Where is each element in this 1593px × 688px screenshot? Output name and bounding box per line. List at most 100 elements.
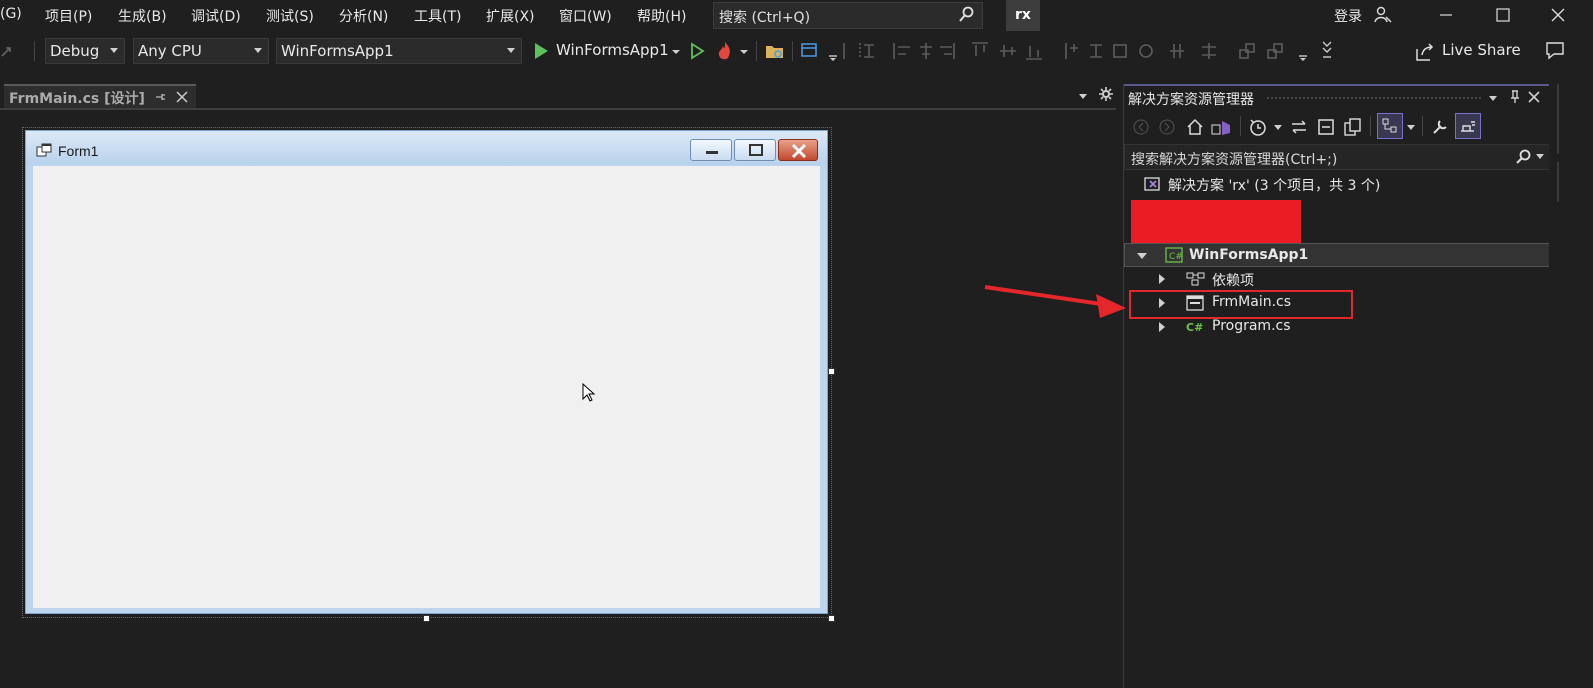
expand-arrow-icon[interactable] — [1159, 322, 1165, 332]
menu-extensions[interactable]: 扩展(X) — [486, 6, 535, 26]
start-without-debugging-icon[interactable] — [686, 40, 708, 62]
toolbar-separator — [1370, 116, 1371, 136]
search-placeholder: 搜索 (Ctrl+Q) — [719, 10, 811, 26]
startup-project-value: WinFormsApp1 — [281, 42, 394, 60]
solution-search-placeholder: 搜索解决方案资源管理器(Ctrl+;) — [1131, 152, 1338, 168]
show-all-files-icon[interactable] — [1343, 117, 1363, 137]
solution-label: 解决方案 'rx' (3 个项目，共 3 个) — [1168, 178, 1381, 194]
pin-icon[interactable] — [154, 91, 166, 103]
side-tool-strip — [1549, 84, 1593, 688]
redo-icon[interactable] — [0, 40, 22, 62]
menu-tools[interactable]: 工具(T) — [414, 6, 461, 26]
resize-handle-bottom[interactable] — [423, 615, 430, 622]
form-maximize-button[interactable] — [734, 139, 776, 161]
home-icon[interactable] — [1185, 117, 1205, 137]
pin-icon[interactable] — [1508, 90, 1522, 104]
resize-handle-right[interactable] — [828, 368, 835, 375]
solution-name-badge[interactable]: rx — [1006, 0, 1040, 31]
winform-client-area[interactable] — [33, 166, 820, 608]
winform-title-bar[interactable]: Form1 — [26, 131, 827, 165]
chevron-down-icon[interactable] — [1406, 124, 1416, 132]
chevron-down-icon[interactable] — [1273, 124, 1283, 132]
chevron-down-icon[interactable] — [738, 40, 750, 62]
solution-filter-toggle[interactable] — [1377, 113, 1403, 139]
maximize-window-icon[interactable] — [1493, 5, 1513, 25]
login-link[interactable]: 登录 — [1334, 6, 1362, 26]
close-icon — [791, 143, 807, 159]
account-icon[interactable] — [1372, 5, 1392, 25]
chevron-down-icon[interactable] — [670, 40, 682, 62]
menu-debug[interactable]: 调试(D) — [191, 6, 241, 26]
form-close-button[interactable] — [778, 139, 818, 161]
form-app-icon — [36, 143, 52, 157]
forward-icon[interactable] — [1158, 118, 1176, 136]
diagnostic-tools-tab[interactable] — [1557, 84, 1559, 154]
tree-item-dependencies[interactable]: 依赖项 — [1124, 267, 1550, 291]
overflow-icon[interactable] — [1296, 40, 1310, 62]
feedback-icon[interactable] — [1544, 40, 1566, 62]
resize-handle-corner[interactable] — [828, 615, 835, 622]
toolbar-separator — [34, 41, 35, 61]
solution-explorer-title-bar[interactable]: 解决方案资源管理器 — [1124, 84, 1550, 108]
properties-wrench-icon[interactable] — [1430, 117, 1450, 137]
chevron-down-icon[interactable] — [1535, 153, 1545, 161]
toolbar-separator — [792, 41, 793, 61]
chevron-down-icon[interactable] — [1487, 92, 1499, 104]
preview-icon — [1461, 121, 1475, 132]
solution-explorer-title: 解决方案资源管理器 — [1128, 92, 1254, 108]
menu-window[interactable]: 窗口(W) — [559, 6, 612, 26]
live-share-icon[interactable] — [1414, 41, 1436, 63]
preview-selected-toggle[interactable] — [1455, 113, 1481, 139]
sync-icon[interactable] — [1289, 117, 1309, 137]
highlight-annotation-box — [1129, 290, 1353, 319]
document-tab-frmmain-designer[interactable]: FrmMain.cs [设计] — [4, 84, 196, 108]
expand-arrow-icon[interactable] — [1159, 274, 1165, 284]
tab-list-dropdown-icon[interactable] — [1077, 90, 1089, 102]
overflow-icon[interactable] — [826, 40, 840, 62]
start-debugging-label[interactable]: WinFormsApp1 — [556, 41, 669, 59]
gear-icon[interactable] — [1099, 87, 1113, 101]
program-label: Program.cs — [1212, 318, 1291, 334]
menu-git[interactable]: (G) — [0, 6, 22, 22]
menu-analyze[interactable]: 分析(N) — [339, 6, 388, 26]
close-window-icon[interactable] — [1548, 5, 1568, 25]
close-icon[interactable] — [176, 91, 188, 103]
startup-project-dropdown[interactable]: WinFormsApp1 — [276, 38, 522, 64]
dependencies-label: 依赖项 — [1212, 273, 1254, 289]
toolbar-separator — [756, 41, 757, 61]
minimize-icon — [706, 151, 718, 154]
solution-search-input[interactable]: 搜索解决方案资源管理器(Ctrl+;) — [1124, 144, 1550, 170]
tree-item-solution[interactable]: 解决方案 'rx' (3 个项目，共 3 个) — [1124, 172, 1550, 196]
collapse-arrow-icon[interactable] — [1137, 253, 1147, 259]
platform-dropdown[interactable]: Any CPU — [133, 38, 269, 64]
configuration-dropdown[interactable]: Debug — [45, 38, 125, 64]
collapse-all-icon[interactable] — [1316, 117, 1336, 137]
overflow-icon[interactable] — [1320, 40, 1334, 62]
maximize-icon — [749, 144, 763, 156]
redacted-region — [1131, 200, 1301, 243]
layout-toolbar-icons — [843, 42, 1283, 60]
menu-build[interactable]: 生成(B) — [118, 6, 167, 26]
menu-help[interactable]: 帮助(H) — [637, 6, 686, 26]
close-icon[interactable] — [1528, 91, 1540, 103]
search-icon[interactable] — [1515, 149, 1531, 165]
menu-project[interactable]: 项目(P) — [45, 6, 92, 26]
hot-reload-icon[interactable] — [714, 40, 736, 62]
start-debugging-icon[interactable] — [530, 40, 552, 62]
toolbar-separator — [1422, 116, 1423, 136]
tree-item-project[interactable]: C# WinFormsApp1 — [1124, 243, 1550, 267]
chevron-down-icon — [110, 48, 118, 53]
search-input[interactable]: 搜索 (Ctrl+Q) — [713, 2, 983, 29]
minimize-window-icon[interactable] — [1436, 5, 1456, 25]
chevron-down-icon — [507, 48, 515, 53]
back-icon[interactable] — [1132, 118, 1150, 136]
open-folder-icon[interactable] — [764, 40, 786, 62]
form-minimize-button[interactable] — [690, 139, 732, 161]
live-share-button[interactable]: Live Share — [1442, 41, 1521, 59]
pending-changes-icon[interactable] — [1248, 117, 1268, 137]
switch-views-icon[interactable] — [1210, 117, 1232, 137]
tab-order-icon[interactable] — [800, 40, 822, 62]
menu-test[interactable]: 测试(S) — [266, 6, 314, 26]
properties-tab[interactable] — [1557, 162, 1559, 202]
winform-window[interactable]: Form1 — [25, 130, 828, 614]
